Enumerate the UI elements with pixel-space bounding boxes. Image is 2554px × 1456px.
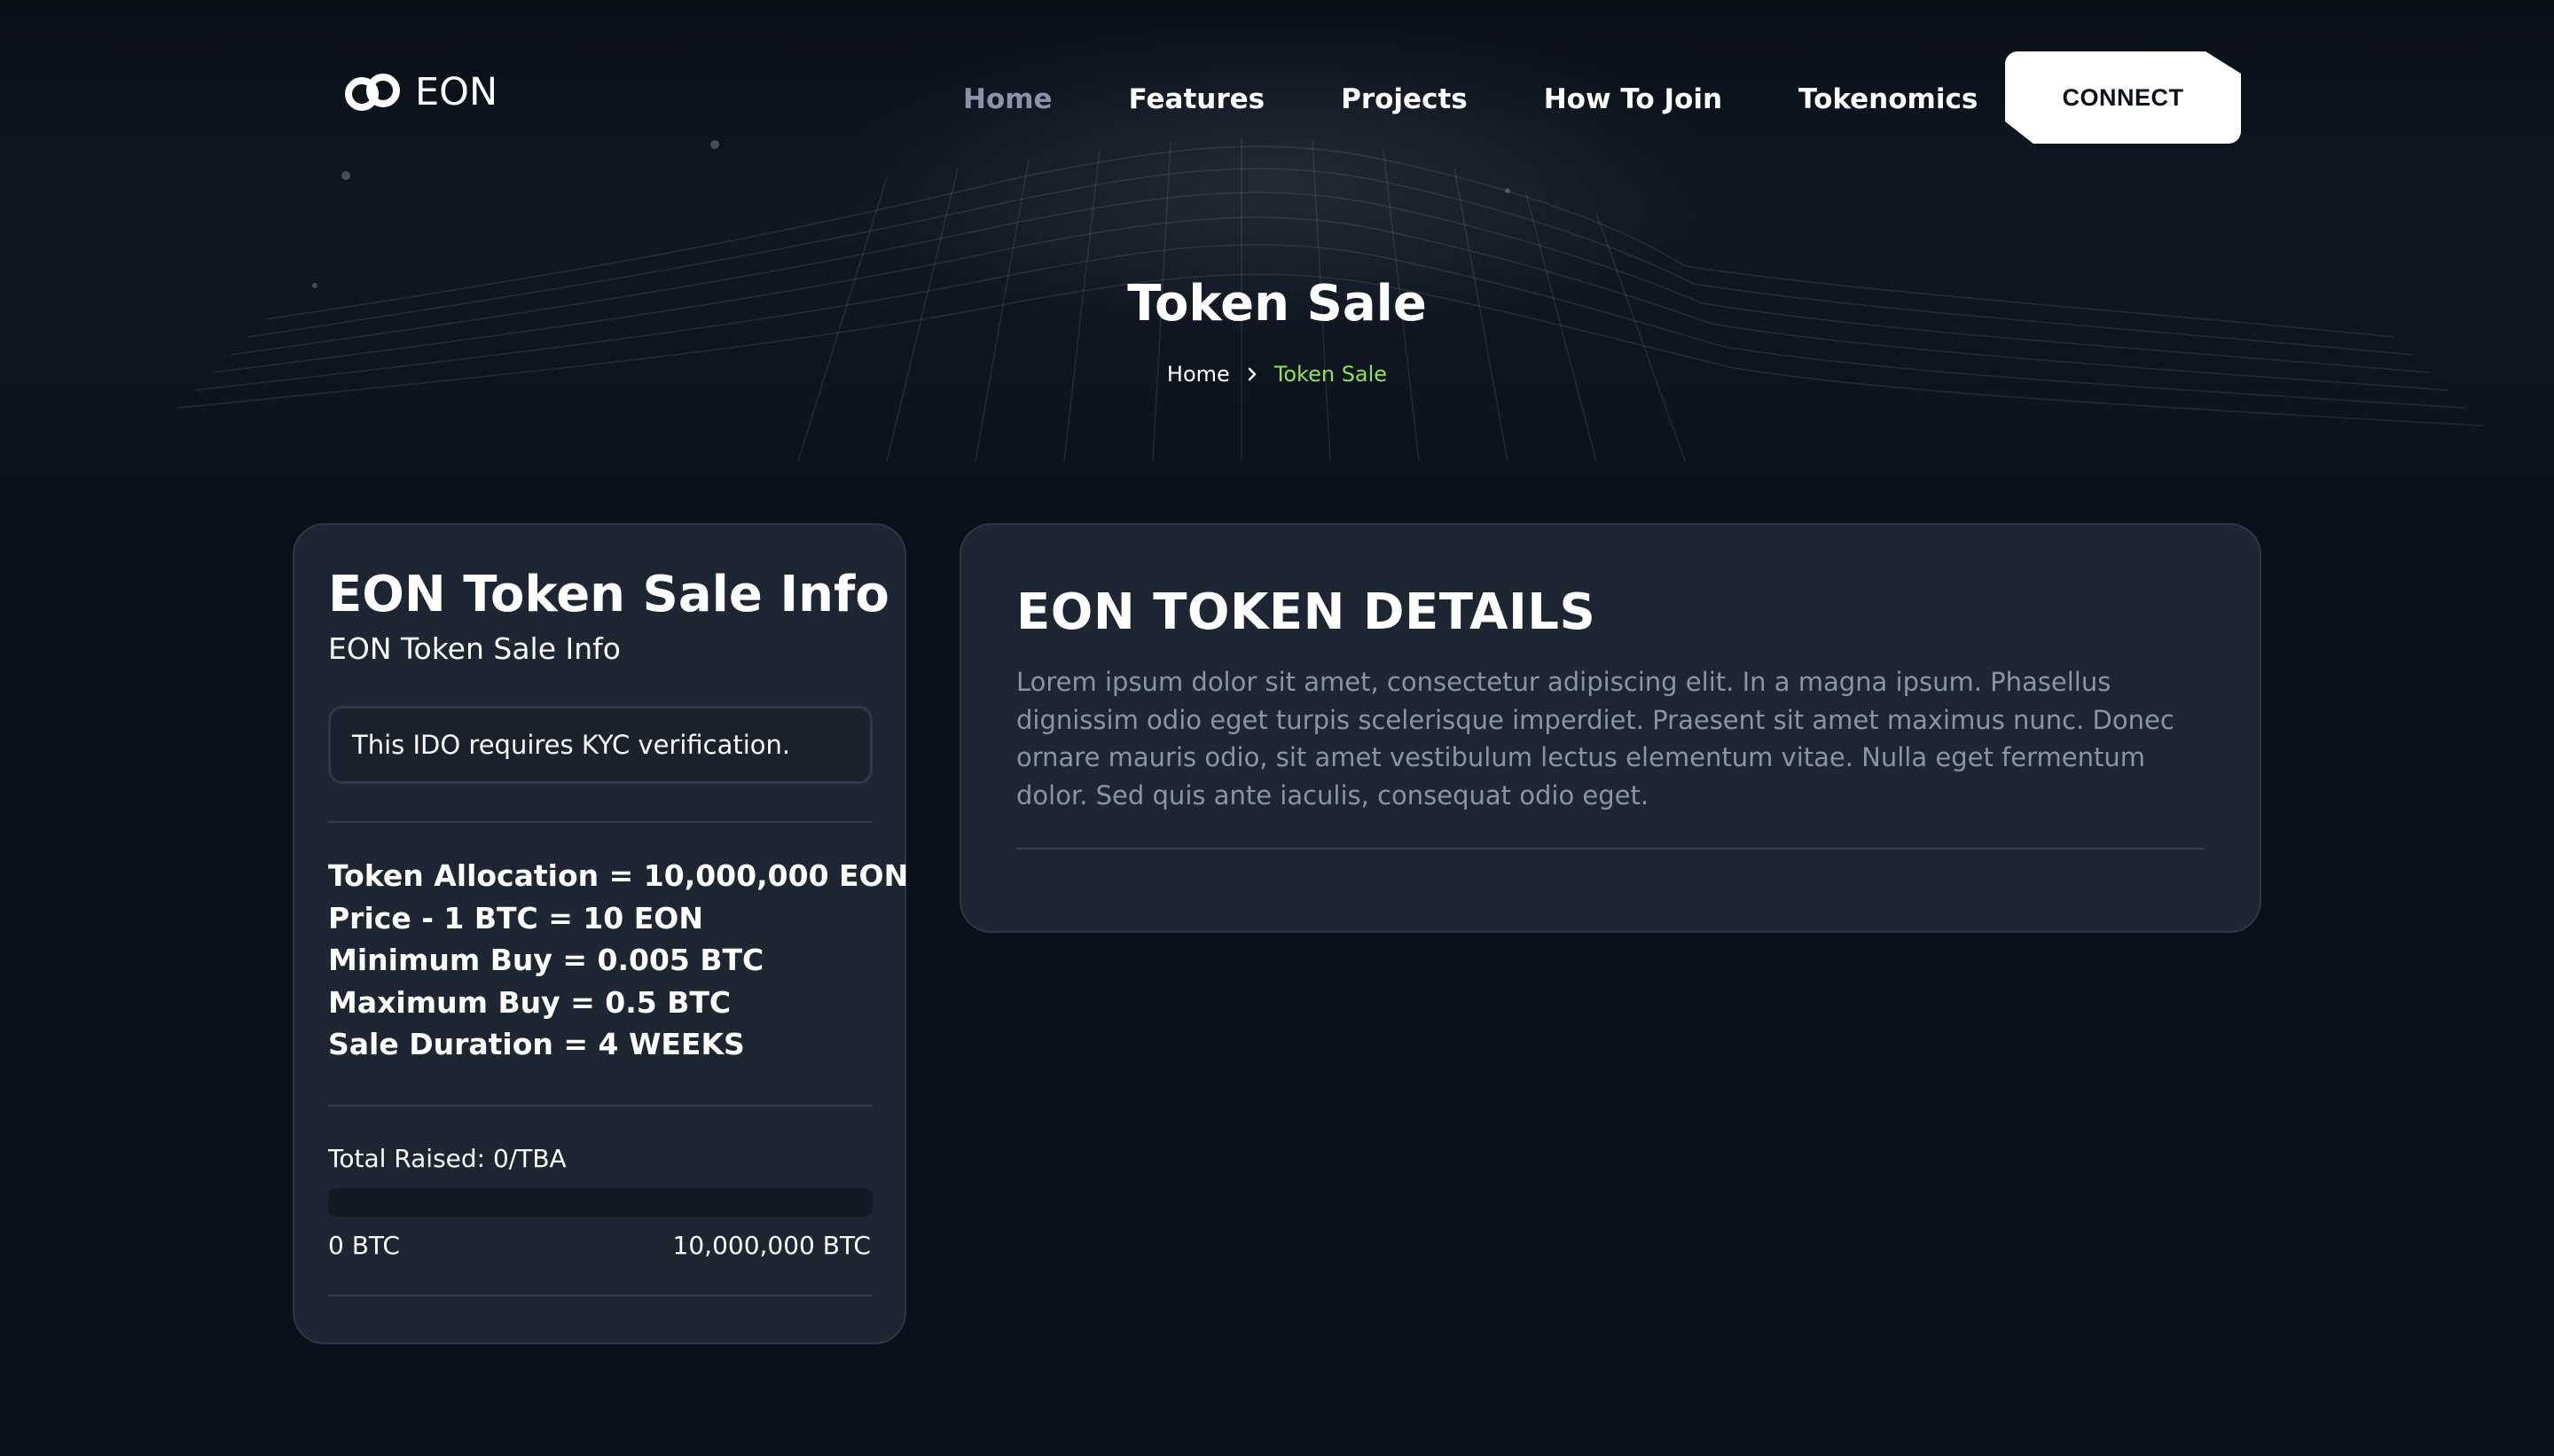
hero-header: EON Home Features Projects How To Join T… — [0, 0, 2554, 497]
breadcrumb: Home Token Sale — [0, 362, 2554, 387]
divider — [328, 1105, 873, 1107]
breadcrumb-current: Token Sale — [1273, 362, 1388, 387]
sale-detail-price: Price - 1 BTC = 10 EON — [328, 900, 703, 935]
main-nav: Home Features Projects How To Join Token… — [963, 74, 1978, 124]
nav-item-home[interactable]: Home — [963, 83, 1053, 115]
connect-wallet-button[interactable]: CONNECT — [2005, 51, 2241, 144]
kyc-notice: This IDO requires KYC verification. — [328, 706, 873, 784]
nav-item-tokenomics[interactable]: Tokenomics — [1798, 83, 1978, 115]
sale-details-list: Token Allocation = 10,000,000 EON Price … — [328, 855, 908, 1066]
sale-info-subtitle: EON Token Sale Info — [328, 631, 621, 666]
infinity-rings-icon — [345, 74, 400, 111]
progress-range-min: 0 BTC — [328, 1231, 400, 1260]
progress-range-max: 10,000,000 BTC — [672, 1231, 871, 1260]
divider — [328, 1295, 873, 1296]
sale-progress-bar — [328, 1188, 873, 1217]
page-title: Token Sale — [1127, 275, 1427, 333]
chevron-right-icon — [1248, 367, 1257, 381]
divider — [1016, 848, 2205, 849]
sale-detail-duration: Sale Duration = 4 WEEKS — [328, 1027, 745, 1061]
divider — [328, 821, 873, 823]
sale-detail-token-allocation: Token Allocation = 10,000,000 EON — [328, 858, 909, 893]
nav-item-projects[interactable]: Projects — [1341, 83, 1468, 115]
token-sale-info-card: EON Token Sale Info EON Token Sale Info … — [293, 523, 908, 1344]
total-raised-label: Total Raised: 0/TBA — [328, 1144, 567, 1173]
token-details-title: EON TOKEN DETAILS — [1016, 583, 1596, 641]
brand-logo[interactable]: EON — [344, 67, 497, 117]
breadcrumb-home-link[interactable]: Home — [1167, 362, 1230, 387]
token-details-description: Lorem ipsum dolor sit amet, consectetur … — [1016, 667, 2174, 810]
nav-item-features[interactable]: Features — [1129, 83, 1265, 115]
token-details-card: EON TOKEN DETAILS Lorem ipsum dolor sit … — [960, 523, 2261, 933]
sale-detail-minimum-buy: Minimum Buy = 0.005 BTC — [328, 943, 764, 977]
sale-info-title: EON Token Sale Info — [328, 566, 889, 623]
brand-name: EON — [415, 70, 498, 114]
sale-detail-maximum-buy: Maximum Buy = 0.5 BTC — [328, 984, 732, 1020]
nav-item-how-to-join[interactable]: How To Join — [1544, 83, 1722, 115]
